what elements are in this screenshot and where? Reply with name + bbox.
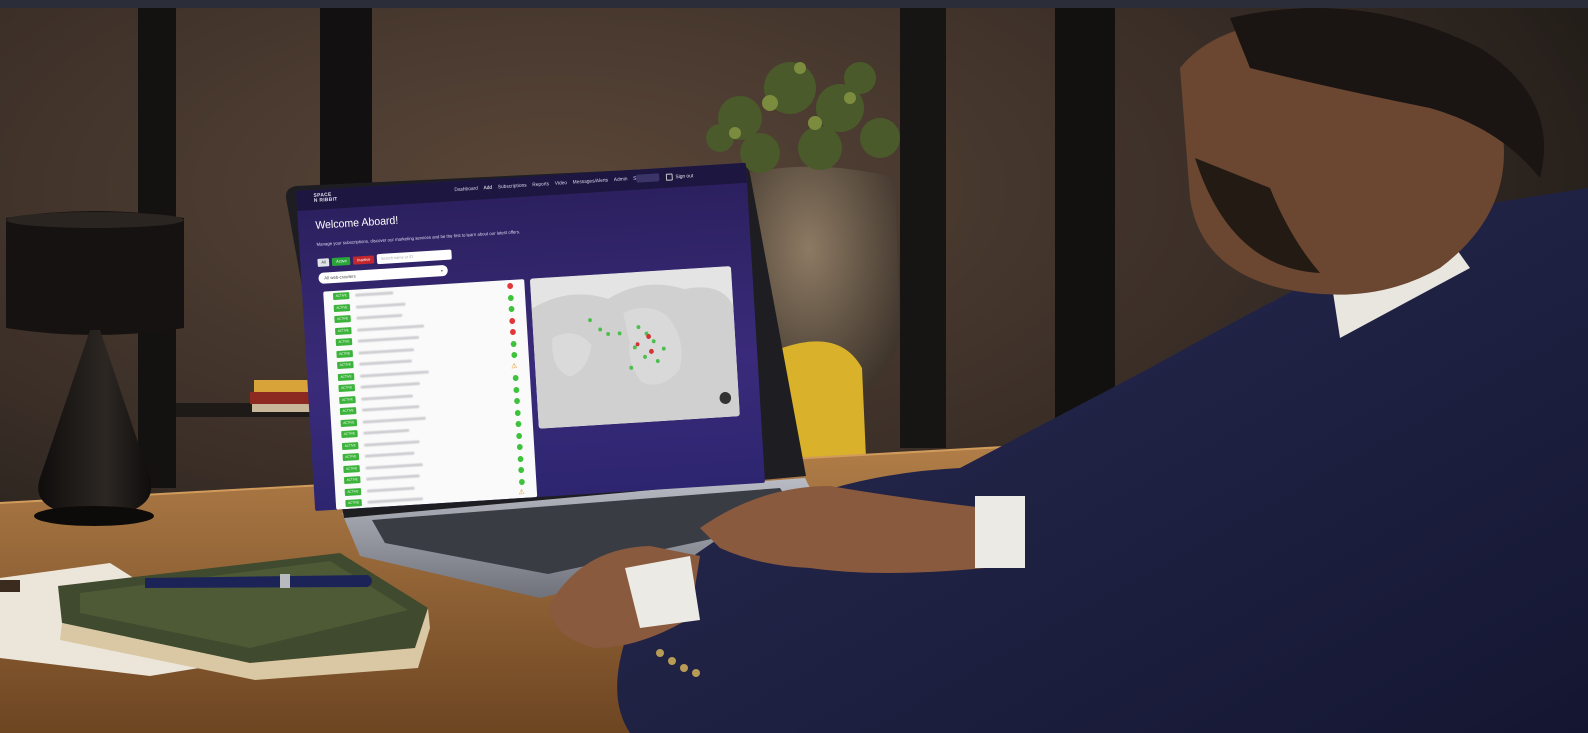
world-map[interactable] <box>529 266 740 429</box>
status-dot <box>507 294 514 301</box>
filter-all-button[interactable]: All <box>317 258 330 267</box>
nav-item-add[interactable]: Add <box>483 185 492 192</box>
brand-logo[interactable]: SPACE N RIBBIT <box>313 192 337 204</box>
subscription-list: ACTIVE ACTIVE ACTIVE ACTIVE ACTIVE ACTIVE ACTI… <box>323 279 538 510</box>
status-tag: ACTIVE <box>340 418 358 427</box>
blurred-item-name <box>366 486 415 493</box>
status-dot <box>513 397 521 405</box>
status-tag: ACTIVE <box>345 499 362 508</box>
sign-out-icon <box>665 173 673 181</box>
status-dot <box>507 282 514 290</box>
status-dot <box>516 443 523 451</box>
status-tag: ACTIVE <box>344 487 362 496</box>
sign-out-button[interactable]: Sign out <box>665 172 694 181</box>
blurred-item-name <box>354 291 394 297</box>
status-dot <box>510 340 517 347</box>
status-dot <box>518 478 525 485</box>
status-tag: ACTIVE <box>341 441 359 450</box>
status-dot <box>516 432 523 439</box>
map-graphic <box>529 266 740 429</box>
status-tag: ACTIVE <box>343 476 361 485</box>
blurred-item-name <box>358 347 415 355</box>
status-tag: ACTIVE <box>334 315 351 324</box>
status-dot <box>518 466 525 474</box>
status-tag: ACTIVE <box>343 464 360 473</box>
blurred-item-name <box>366 474 420 481</box>
filter-inactive-button[interactable]: Inactive <box>353 255 375 265</box>
search-input[interactable]: Search name or ID <box>376 249 453 265</box>
status-dot <box>509 317 516 324</box>
laptop-screen: SPACE N RIBBIT Dashboard Add Subscriptions… <box>296 162 765 512</box>
blurred-item-name <box>364 451 415 458</box>
blurred-item-name <box>363 428 410 435</box>
chevron-down-icon: ▾ <box>440 268 444 274</box>
blurred-item-name <box>362 416 426 424</box>
status-tag: ACTIVE <box>335 338 353 347</box>
blurred-item-name <box>356 313 403 320</box>
nav-item-messages-alerts[interactable]: Messages/Alerts <box>573 177 609 185</box>
blurred-item-name <box>359 369 429 378</box>
status-tag: ACTIVE <box>339 407 357 416</box>
nav-item-admin[interactable]: Admin <box>614 176 628 183</box>
background-illustration <box>0 8 1588 733</box>
blurred-item-name <box>357 335 420 343</box>
blurred-item-name <box>365 462 423 470</box>
nav-item-dashboard[interactable]: Dashboard <box>454 186 478 193</box>
warning-icon: ⚠ <box>518 488 525 497</box>
nav-user-chip[interactable] <box>636 173 660 183</box>
status-dot <box>513 386 520 393</box>
status-tag: ACTIVE <box>337 372 355 381</box>
blurred-item-name <box>359 359 412 366</box>
status-dot <box>515 420 522 428</box>
status-tag: ACTIVE <box>337 361 354 370</box>
blurred-item-name <box>361 393 414 401</box>
status-dot <box>508 305 515 313</box>
crawler-select[interactable]: All web-crawlers ▾ <box>318 264 449 284</box>
status-tag: ACTIVE <box>334 326 352 335</box>
status-tag: ACTIVE <box>342 453 360 462</box>
status-dot <box>514 409 521 416</box>
photo-scene: SPACE N RIBBIT Dashboard Add Subscriptions… <box>0 8 1588 733</box>
top-bar <box>0 0 1588 8</box>
filter-active-button[interactable]: Active <box>332 256 351 266</box>
blurred-item-name <box>360 381 421 389</box>
warning-icon: ⚠ <box>510 362 518 370</box>
page-title: Welcome Aboard! <box>315 214 399 232</box>
nav-item-video[interactable]: Video <box>555 180 568 187</box>
blurred-item-name <box>363 439 420 447</box>
blurred-item-name <box>361 405 420 412</box>
status-dot <box>512 374 519 382</box>
nav-item-reports[interactable]: Reports <box>532 181 549 188</box>
blurred-item-name <box>357 324 425 332</box>
blurred-item-name <box>355 302 406 309</box>
status-tag: ACTIVE <box>336 349 354 358</box>
status-dot <box>517 455 524 462</box>
status-tag: ACTIVE <box>339 395 356 404</box>
status-tag: ACTIVE <box>332 292 350 301</box>
status-dot <box>511 351 518 359</box>
status-tag: ACTIVE <box>333 303 351 312</box>
status-tag: ACTIVE <box>341 430 358 439</box>
page-subtitle: Manage your subscriptions, discover our … <box>316 229 521 247</box>
blurred-item-name <box>367 497 424 504</box>
status-dot <box>509 328 516 336</box>
status-tag: ACTIVE <box>338 384 356 393</box>
nav-item-subscriptions[interactable]: Subscriptions <box>498 183 527 191</box>
